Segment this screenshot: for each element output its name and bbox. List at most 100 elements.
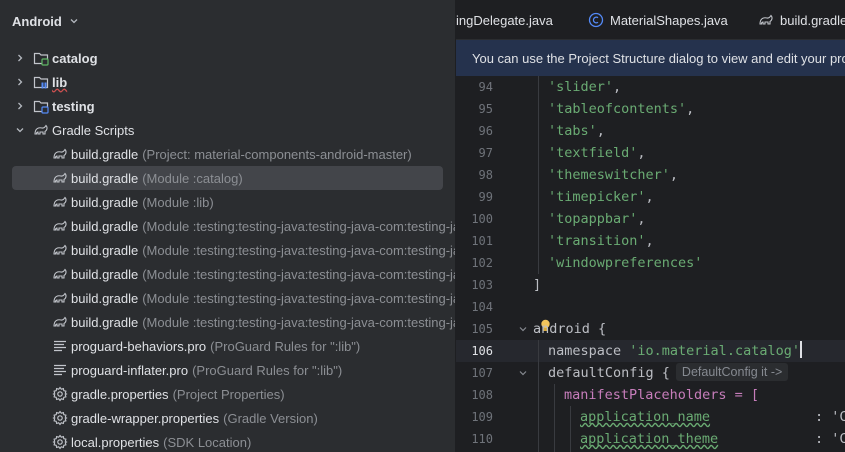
tree-item-description: (ProGuard Rules for ":lib") bbox=[192, 362, 343, 378]
line-number: 107 bbox=[471, 366, 493, 380]
tree-item-lib[interactable]: lib bbox=[0, 70, 456, 94]
tree-item-proguard-inflater[interactable]: proguard-inflater.pro (ProGuard Rules for… bbox=[0, 358, 456, 382]
code-punct: , bbox=[645, 233, 654, 249]
gradle-icon bbox=[53, 316, 67, 327]
gradle-icon bbox=[759, 14, 773, 25]
tree-item-build-gradle-testing[interactable]: build.gradle (Module :testing:testing-jav… bbox=[0, 214, 456, 238]
editor-tab-bar: ingDelegate.java MaterialShapes.java bui… bbox=[456, 0, 845, 40]
code-punct: , bbox=[637, 211, 646, 227]
tree-item-description: (SDK Location) bbox=[163, 434, 252, 450]
tree-item-label: build.gradle bbox=[71, 218, 139, 234]
gear-icon bbox=[52, 434, 68, 450]
inlay-hint[interactable]: DefaultConfig it -> bbox=[675, 363, 789, 381]
fold-chevron-icon[interactable] bbox=[518, 324, 528, 334]
tree-item-build-gradle-testing[interactable]: build.gradle (Module :testing:testing-jav… bbox=[0, 262, 456, 286]
line-number: 96 bbox=[478, 124, 493, 138]
line-number: 108 bbox=[471, 388, 493, 402]
tree-item-description: (Module :testing:testing-java:testing-ja… bbox=[142, 242, 456, 258]
code-string: 'io.material.catalog' bbox=[629, 343, 800, 359]
indent-guide bbox=[538, 340, 539, 452]
line-number: 102 bbox=[471, 256, 493, 270]
tree-item-local-properties[interactable]: local.properties (SDK Location) bbox=[0, 430, 456, 452]
tree-item-label: Gradle Scripts bbox=[52, 122, 135, 138]
code-punct: , bbox=[613, 79, 622, 95]
code-editor: ingDelegate.java MaterialShapes.java bui… bbox=[456, 0, 845, 452]
tree-item-label: testing bbox=[52, 98, 95, 114]
tree-item-gradle-wrapper-properties[interactable]: gradle-wrapper.properties (Gradle Version… bbox=[0, 406, 456, 430]
text-caret bbox=[799, 341, 802, 358]
code-block-defaultconfig: defaultConfig { bbox=[548, 365, 670, 381]
code-punct: , bbox=[645, 189, 654, 205]
view-mode-label: Android bbox=[12, 13, 62, 29]
tab-materialshapes-java[interactable]: MaterialShapes.java bbox=[588, 0, 728, 40]
tab-build-gradle[interactable]: build.gradle bbox=[758, 0, 845, 40]
line-number: 94 bbox=[478, 80, 493, 94]
tree-item-build-gradle-lib[interactable]: build.gradle (Module :lib) bbox=[0, 190, 456, 214]
chevron-right-icon[interactable] bbox=[14, 76, 26, 88]
line-number: 110 bbox=[471, 432, 493, 446]
tree-item-label: build.gradle bbox=[71, 314, 139, 330]
fold-chevron-icon[interactable] bbox=[518, 368, 528, 378]
tab-ingdelegate-java[interactable]: ingDelegate.java bbox=[456, 0, 553, 40]
tree-item-label: build.gradle bbox=[71, 194, 139, 210]
tree-item-label: catalog bbox=[52, 50, 98, 66]
indent-guide bbox=[554, 384, 555, 452]
code-manifest-placeholders: manifestPlaceholders = [ bbox=[564, 387, 760, 403]
tree-item-label: gradle.properties bbox=[71, 386, 169, 402]
code-string: 'tableofcontents' bbox=[548, 101, 687, 117]
tree-item-build-gradle-catalog[interactable]: build.gradle (Module :catalog) bbox=[0, 166, 456, 190]
code-string: 'textfield' bbox=[548, 145, 638, 161]
chevron-down-icon[interactable] bbox=[14, 124, 26, 136]
code-block-android: android { bbox=[533, 321, 607, 337]
code-punct: , bbox=[637, 145, 646, 161]
code-placeholder-value: : 'C bbox=[815, 409, 845, 425]
line-number: 95 bbox=[478, 102, 493, 116]
gradle-icon bbox=[53, 220, 67, 231]
project-structure-banner: You can use the Project Structure dialog… bbox=[456, 40, 845, 76]
tree-item-description: (Module :testing:testing-java:testing-ja… bbox=[142, 314, 456, 330]
tree-item-proguard-behaviors[interactable]: proguard-behaviors.pro (ProGuard Rules fo… bbox=[0, 334, 456, 358]
tree-item-testing[interactable]: testing bbox=[0, 94, 456, 118]
tab-label: ingDelegate.java bbox=[456, 12, 553, 28]
tree-item-gradle-scripts[interactable]: Gradle Scripts bbox=[0, 118, 456, 142]
tree-item-gradle-properties[interactable]: gradle.properties (Project Properties) bbox=[0, 382, 456, 406]
library-module-icon bbox=[33, 76, 49, 89]
code-area[interactable]: 'slider', 'tableofcontents', 'tabs', 'te… bbox=[533, 76, 845, 452]
code-string: 'transition' bbox=[548, 233, 646, 249]
gradle-icon bbox=[53, 148, 67, 159]
line-number: 97 bbox=[478, 146, 493, 160]
tree-item-description: (Gradle Version) bbox=[223, 410, 318, 426]
tree-item-build-gradle-testing[interactable]: build.gradle (Module :testing:testing-jav… bbox=[0, 238, 456, 262]
code-placeholder-value: : 'C bbox=[815, 431, 845, 447]
tree-item-description: (Project: material-components-android-ma… bbox=[142, 146, 412, 162]
gradle-icon bbox=[34, 124, 48, 135]
chevron-right-icon[interactable] bbox=[14, 52, 26, 64]
code-string: 'slider' bbox=[548, 79, 614, 95]
indent-guide bbox=[538, 76, 539, 274]
line-number: 98 bbox=[478, 168, 493, 182]
text-file-icon bbox=[54, 340, 66, 352]
line-number: 105 bbox=[471, 322, 493, 336]
code-string: 'tabs' bbox=[548, 123, 597, 139]
line-number: 104 bbox=[471, 300, 493, 314]
tree-item-catalog[interactable]: catalog bbox=[0, 46, 456, 70]
tree-item-description: (Module :lib) bbox=[142, 194, 214, 210]
tree-item-label: build.gradle bbox=[71, 242, 139, 258]
tree-item-description: (Module :testing:testing-java:testing-ja… bbox=[142, 290, 456, 306]
tree-item-label: build.gradle bbox=[71, 266, 139, 282]
code-string: 'timepicker' bbox=[548, 189, 646, 205]
chevron-right-icon[interactable] bbox=[14, 100, 26, 112]
gear-icon bbox=[52, 386, 68, 402]
code-bracket: ] bbox=[533, 277, 542, 293]
line-number-gutter: 94 95 96 97 98 99 100 101 102 103 104 10… bbox=[456, 76, 527, 452]
tree-item-build-gradle-testing[interactable]: build.gradle (Module :testing:testing-jav… bbox=[0, 310, 456, 334]
tree-item-description: (Module :testing:testing-java:testing-ja… bbox=[142, 266, 456, 282]
code-punct: , bbox=[686, 101, 695, 117]
module-folder-icon bbox=[33, 52, 49, 66]
tree-item-label: local.properties bbox=[71, 434, 160, 450]
module-folder-icon bbox=[33, 100, 49, 114]
tree-item-build-gradle-testing[interactable]: build.gradle (Module :testing:testing-jav… bbox=[0, 286, 456, 310]
project-view-selector[interactable]: Android bbox=[12, 12, 80, 30]
gradle-icon bbox=[53, 244, 67, 255]
tree-item-build-gradle-project[interactable]: build.gradle (Project: material-component… bbox=[0, 142, 456, 166]
